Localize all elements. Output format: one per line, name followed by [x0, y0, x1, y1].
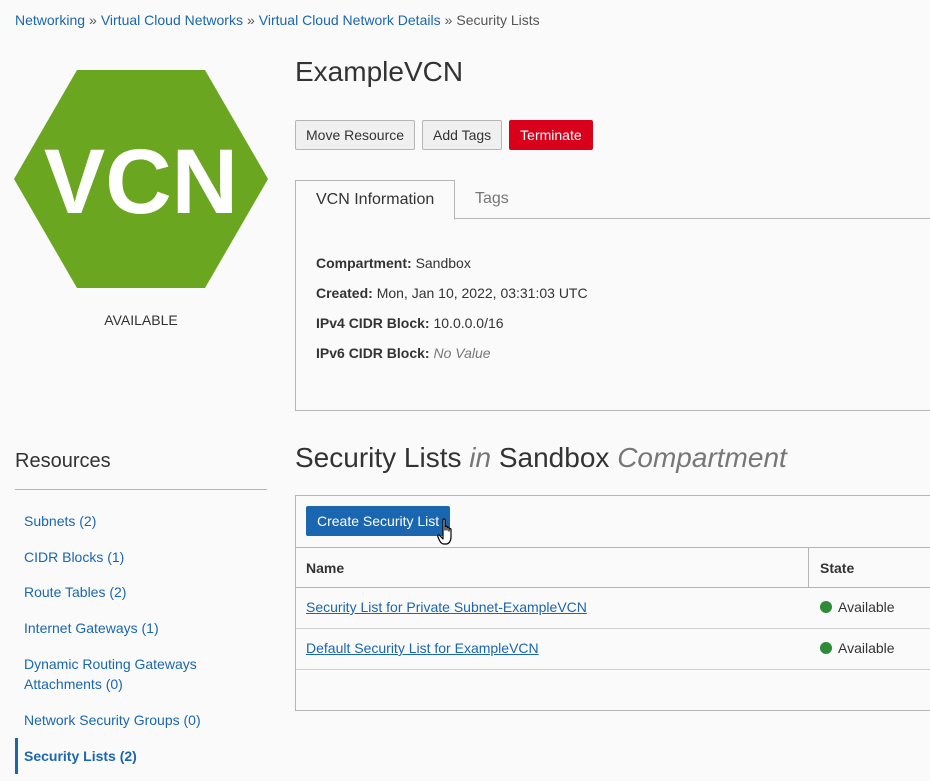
resources-title: Resources [15, 450, 111, 472]
section-title-compartment: Sandbox [498, 442, 610, 473]
info-ipv4-value: 10.0.0.0/16 [433, 315, 504, 331]
vcn-logo-text: VCN [44, 131, 238, 233]
row-state-label: Available [838, 640, 895, 656]
add-tags-button[interactable]: Add Tags [422, 120, 503, 150]
breadcrumb-vcn-details[interactable]: Virtual Cloud Network Details [259, 12, 441, 28]
section-title: Security Lists in Sandbox Compartment [295, 442, 787, 474]
create-security-list-button[interactable]: Create Security List [306, 506, 451, 536]
security-list-link[interactable]: Security List for Private Subnet-Example… [306, 599, 587, 615]
sidebar-item-internet-gateways[interactable]: Internet Gateways (1) [24, 618, 254, 638]
available-status-icon [820, 642, 832, 654]
hand-cursor-icon [437, 518, 452, 545]
sidebar-item-network-security-groups[interactable]: Network Security Groups (0) [24, 710, 254, 730]
breadcrumb-separator: » [89, 12, 97, 28]
info-compartment-label: Compartment: [316, 255, 412, 271]
table-row: Security List for Private Subnet-Example… [296, 588, 930, 629]
sidebar-item-subnets[interactable]: Subnets (2) [24, 511, 254, 531]
info-created: Created: Mon, Jan 10, 2022, 03:31:03 UTC [316, 285, 588, 301]
vcn-logo-icon: VCN [14, 70, 268, 288]
terminate-button[interactable]: Terminate [509, 120, 593, 150]
info-created-label: Created: [316, 285, 373, 301]
row-state-label: Available [838, 599, 895, 615]
row-state: Available [820, 599, 895, 615]
breadcrumb-separator: » [444, 12, 453, 28]
sidebar-item-cidr-blocks[interactable]: CIDR Blocks (1) [24, 547, 254, 567]
sidebar-item-security-lists[interactable]: Security Lists (2) [24, 746, 254, 766]
column-header-name[interactable]: Name [306, 548, 344, 588]
info-ipv6-value: No Value [433, 345, 491, 361]
tab-tags[interactable]: Tags [455, 180, 529, 219]
breadcrumb-virtual-cloud-networks[interactable]: Virtual Cloud Networks [101, 12, 243, 28]
column-header-state[interactable]: State [820, 548, 854, 588]
section-title-main: Security Lists [295, 442, 462, 473]
vcn-info-panel: Compartment: Sandbox Created: Mon, Jan 1… [295, 218, 930, 411]
security-lists-table: Create Security List Name State Security… [295, 495, 930, 711]
info-ipv6: IPv6 CIDR Block: No Value [316, 345, 491, 361]
tab-vcn-information[interactable]: VCN Information [295, 180, 456, 220]
info-ipv4: IPv4 CIDR Block: 10.0.0.0/16 [316, 315, 504, 331]
table-header: Name State [296, 547, 930, 588]
page-title: ExampleVCN [295, 56, 464, 87]
info-created-value: Mon, Jan 10, 2022, 03:31:03 UTC [376, 285, 588, 301]
section-title-suffix: Compartment [617, 442, 787, 473]
security-list-link[interactable]: Default Security List for ExampleVCN [306, 640, 539, 656]
action-bar: Move Resource Add Tags Terminate [295, 120, 593, 150]
column-divider [808, 548, 809, 588]
vcn-status: AVAILABLE [104, 312, 178, 328]
table-row: Default Security List for ExampleVCN Ava… [296, 629, 930, 670]
available-status-icon [820, 601, 832, 613]
section-title-in: in [469, 442, 492, 473]
breadcrumb: Networking» Virtual Cloud Networks» Virtua… [15, 12, 540, 28]
info-ipv4-label: IPv4 CIDR Block: [316, 315, 430, 331]
detail-tabs: VCN Information Tags [295, 180, 930, 220]
sidebar-item-drg-attachments[interactable]: Dynamic Routing Gateways Attachments (0) [24, 654, 224, 694]
move-resource-button[interactable]: Move Resource [295, 120, 416, 150]
info-compartment-value: Sandbox [415, 255, 471, 271]
breadcrumb-current: Security Lists [456, 12, 540, 28]
resources-divider [15, 489, 267, 490]
breadcrumb-networking[interactable]: Networking [15, 12, 85, 28]
breadcrumb-separator: » [246, 12, 255, 28]
row-state: Available [820, 640, 895, 656]
sidebar-item-route-tables[interactable]: Route Tables (2) [24, 582, 254, 602]
info-compartment: Compartment: Sandbox [316, 255, 471, 271]
sidebar-active-indicator [15, 738, 18, 774]
info-ipv6-label: IPv6 CIDR Block: [316, 345, 430, 361]
